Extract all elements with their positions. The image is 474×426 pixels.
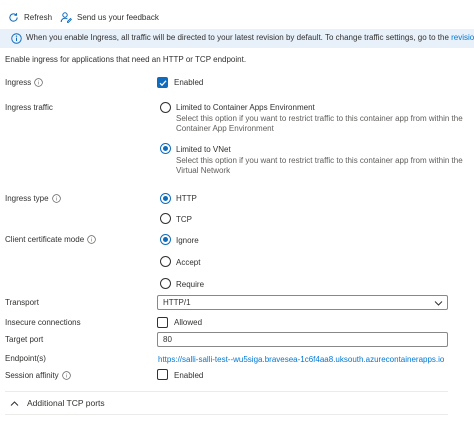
transport-label: Transport [5, 298, 39, 307]
insecure-allowed-label: Allowed [174, 318, 203, 327]
send-feedback-button[interactable]: Send us your feedback [60, 8, 159, 26]
client-cert-label-row: Client certificate mode i [5, 235, 96, 244]
radio-tcp[interactable] [160, 213, 171, 224]
ignore-label: Ignore [176, 236, 199, 245]
revision-link[interactable]: revision [451, 33, 474, 42]
refresh-label: Refresh [24, 12, 53, 22]
transport-selected-value: HTTP/1 [163, 298, 191, 307]
additional-tcp-ports-title: Additional TCP ports [27, 398, 105, 408]
radio-http[interactable] [160, 193, 171, 204]
session-affinity-label: Session affinity [5, 371, 59, 380]
svg-text:i: i [38, 80, 39, 86]
limited-to-vnet-label: Limited to VNet [176, 145, 231, 154]
svg-text:i: i [91, 237, 92, 243]
client-cert-label: Client certificate mode [5, 235, 85, 244]
ingress-label-row: Ingress i [5, 78, 43, 87]
info-icon [11, 33, 22, 44]
target-port-input[interactable] [157, 332, 448, 347]
feedback-person-icon [60, 12, 72, 23]
session-affinity-label-row: Session affinity i [5, 371, 71, 380]
additional-tcp-ports-toggle[interactable]: Additional TCP ports [10, 397, 105, 409]
feedback-label: Send us your feedback [77, 12, 159, 22]
radio-ignore[interactable] [160, 234, 171, 245]
info-circle-icon[interactable]: i [51, 194, 61, 203]
transport-label-text: Transport [5, 298, 39, 307]
session-affinity-enabled-label: Enabled [174, 371, 204, 380]
info-message-bar: When you enable Ingress, all traffic wil… [0, 29, 474, 48]
require-label: Require [176, 280, 205, 289]
insecure-label: Insecure connections [5, 318, 81, 327]
info-circle-icon[interactable]: i [34, 78, 43, 87]
refresh-button[interactable]: Refresh [8, 8, 52, 26]
svg-text:i: i [66, 373, 67, 379]
ingress-type-label: Ingress type [5, 194, 49, 203]
chevron-down-icon [434, 301, 443, 306]
limited-to-vnet-description: Select this option if you want to restri… [176, 156, 463, 175]
radio-limited-to-environment[interactable] [160, 102, 171, 113]
info-message-text: When you enable Ingress, all traffic wil… [26, 33, 449, 42]
section-divider-bottom [5, 414, 448, 415]
radio-require[interactable] [160, 278, 171, 289]
endpoints-label: Endpoint(s) [5, 354, 46, 363]
section-divider [5, 391, 448, 392]
radio-accept[interactable] [160, 256, 171, 267]
ingress-type-label-row: Ingress type i [5, 194, 61, 203]
http-label: HTTP [176, 194, 197, 203]
info-circle-icon[interactable]: i [87, 235, 96, 244]
ingress-traffic-label-text: Ingress traffic [5, 103, 53, 112]
chevron-up-icon [10, 400, 19, 406]
ingress-enabled-checkbox[interactable] [157, 77, 168, 88]
target-port-label-text: Target port [5, 335, 44, 344]
tcp-label: TCP [176, 215, 192, 224]
session-affinity-checkbox[interactable] [157, 369, 168, 380]
endpoint-url-link[interactable]: https://salli-salli-test--wu5siga.braves… [158, 355, 444, 364]
checkmark-icon [159, 80, 167, 87]
info-circle-icon[interactable]: i [61, 371, 71, 380]
intro-text: Enable ingress for applications that nee… [5, 55, 247, 64]
radio-limited-to-vnet[interactable] [160, 143, 171, 154]
limited-to-environment-label: Limited to Container Apps Environment [176, 103, 315, 112]
refresh-icon [9, 12, 18, 22]
limited-to-environment-description: Select this option if you want to restri… [176, 114, 463, 133]
ingress-label: Ingress [5, 78, 32, 87]
endpoints-label-text: Endpoint(s) [5, 354, 46, 363]
ingress-enabled-label: Enabled [174, 78, 204, 87]
target-port-label: Target port [5, 335, 43, 344]
insecure-allowed-checkbox[interactable] [157, 317, 168, 328]
accept-label: Accept [176, 258, 201, 267]
insecure-label-text: Insecure connections [5, 318, 81, 327]
transport-dropdown[interactable]: HTTP/1 [157, 295, 448, 310]
ingress-traffic-label: Ingress traffic [5, 103, 53, 112]
info-message: When you enable Ingress, all traffic wil… [26, 33, 474, 42]
svg-text:i: i [55, 196, 56, 202]
